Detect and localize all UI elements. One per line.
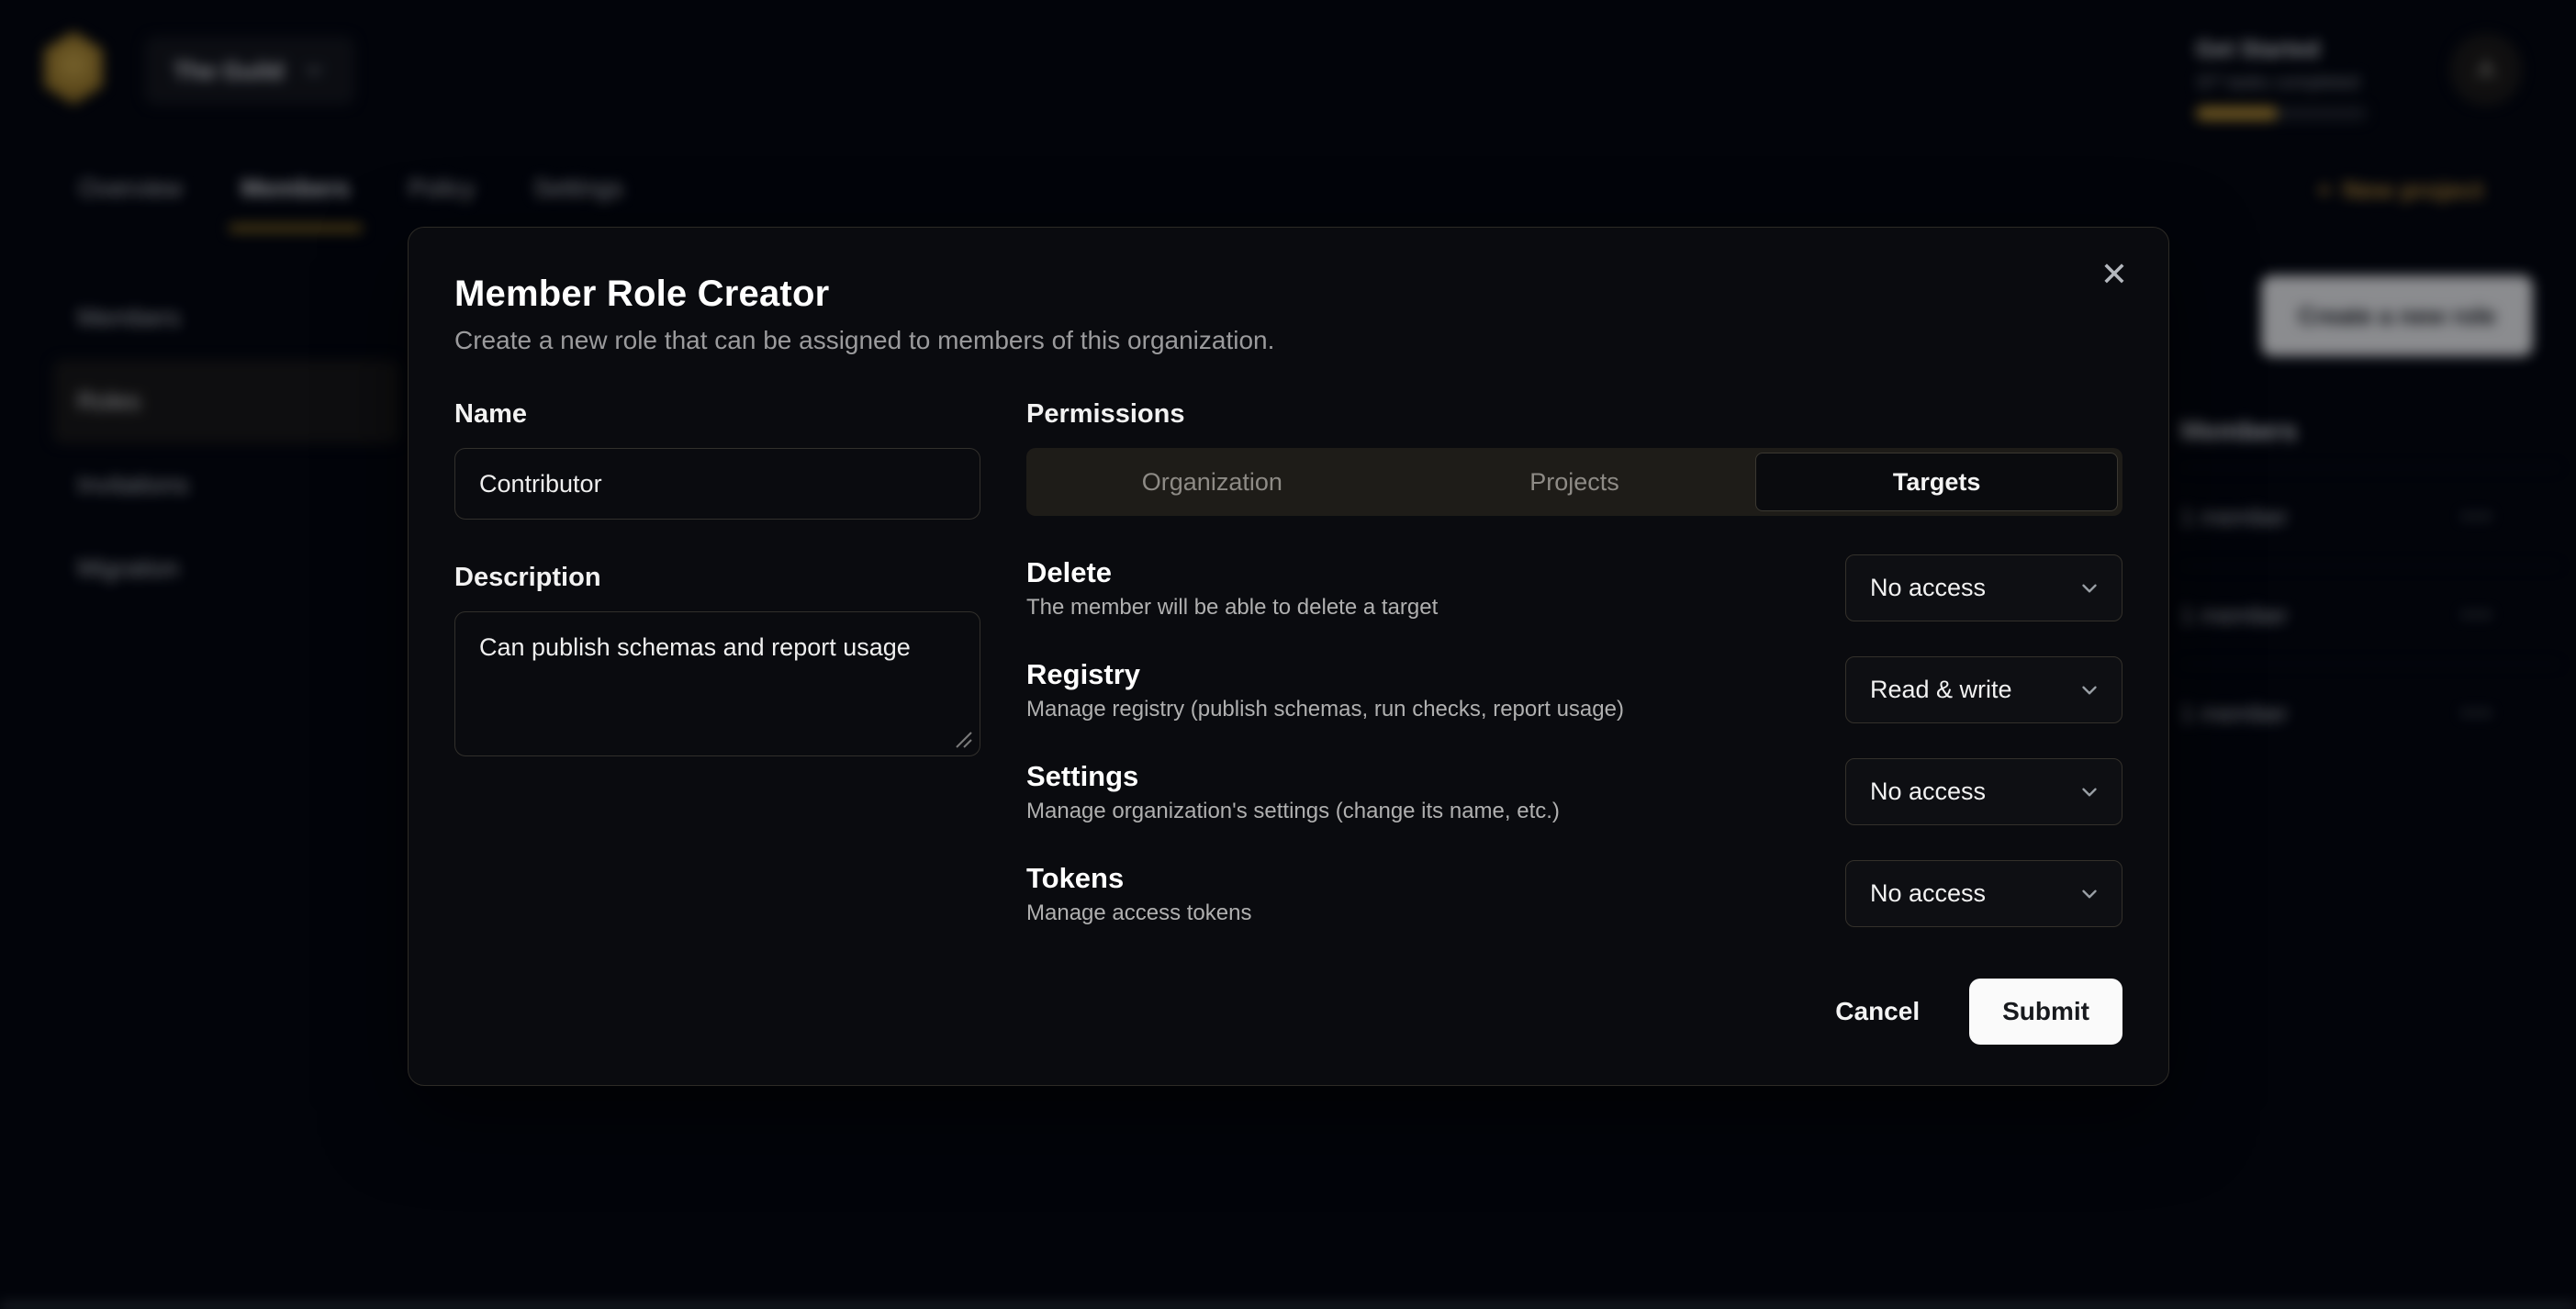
- permissions-label: Permissions: [1026, 398, 2122, 430]
- resize-handle-icon[interactable]: [953, 729, 973, 749]
- permissions-scope-tabs: Organization Projects Targets: [1026, 448, 2122, 516]
- permission-row-delete: Delete The member will be able to delete…: [1026, 554, 2122, 621]
- chevron-down-icon: [2078, 780, 2101, 804]
- chevron-down-icon: [2078, 882, 2101, 906]
- name-label: Name: [454, 398, 980, 430]
- permission-title: Delete: [1026, 555, 1438, 590]
- tab-organization[interactable]: Organization: [1031, 453, 1394, 511]
- tab-projects[interactable]: Projects: [1394, 453, 1756, 511]
- permission-description: Manage registry (publish schemas, run ch…: [1026, 696, 1624, 723]
- permission-row-settings: Settings Manage organization's settings …: [1026, 758, 2122, 825]
- delete-access-select[interactable]: No access: [1845, 554, 2122, 621]
- description-textarea[interactable]: Can publish schemas and report usage: [454, 611, 980, 756]
- name-input[interactable]: [454, 448, 980, 520]
- description-field-wrap: Can publish schemas and report usage: [454, 611, 980, 756]
- permission-title: Settings: [1026, 759, 1560, 794]
- tab-targets[interactable]: Targets: [1755, 453, 2118, 511]
- permission-title: Registry: [1026, 657, 1624, 692]
- submit-button[interactable]: Submit: [1969, 979, 2122, 1045]
- role-fields-column: Name Description Can publish schemas and…: [454, 398, 980, 927]
- dialog-body: Name Description Can publish schemas and…: [454, 398, 2122, 927]
- member-role-creator-dialog: ✕ Member Role Creator Create a new role …: [408, 227, 2169, 1086]
- chevron-down-icon: [2078, 678, 2101, 702]
- description-label: Description: [454, 562, 980, 593]
- permission-description: Manage organization's settings (change i…: [1026, 798, 1560, 825]
- permission-description: Manage access tokens: [1026, 900, 1251, 927]
- cancel-button[interactable]: Cancel: [1808, 979, 1947, 1045]
- close-icon[interactable]: ✕: [2100, 259, 2128, 292]
- dialog-description: Create a new role that can be assigned t…: [454, 325, 2122, 356]
- permission-row-tokens: Tokens Manage access tokens No access: [1026, 860, 2122, 927]
- permission-title: Tokens: [1026, 861, 1251, 896]
- settings-access-select[interactable]: No access: [1845, 758, 2122, 825]
- permissions-column: Permissions Organization Projects Target…: [1026, 398, 2122, 927]
- dialog-footer: Cancel Submit: [454, 979, 2122, 1045]
- chevron-down-icon: [2078, 576, 2101, 600]
- permission-row-registry: Registry Manage registry (publish schema…: [1026, 656, 2122, 723]
- tokens-access-select[interactable]: No access: [1845, 860, 2122, 927]
- registry-access-select[interactable]: Read & write: [1845, 656, 2122, 723]
- dialog-title: Member Role Creator: [454, 272, 2122, 316]
- permission-description: The member will be able to delete a targ…: [1026, 594, 1438, 621]
